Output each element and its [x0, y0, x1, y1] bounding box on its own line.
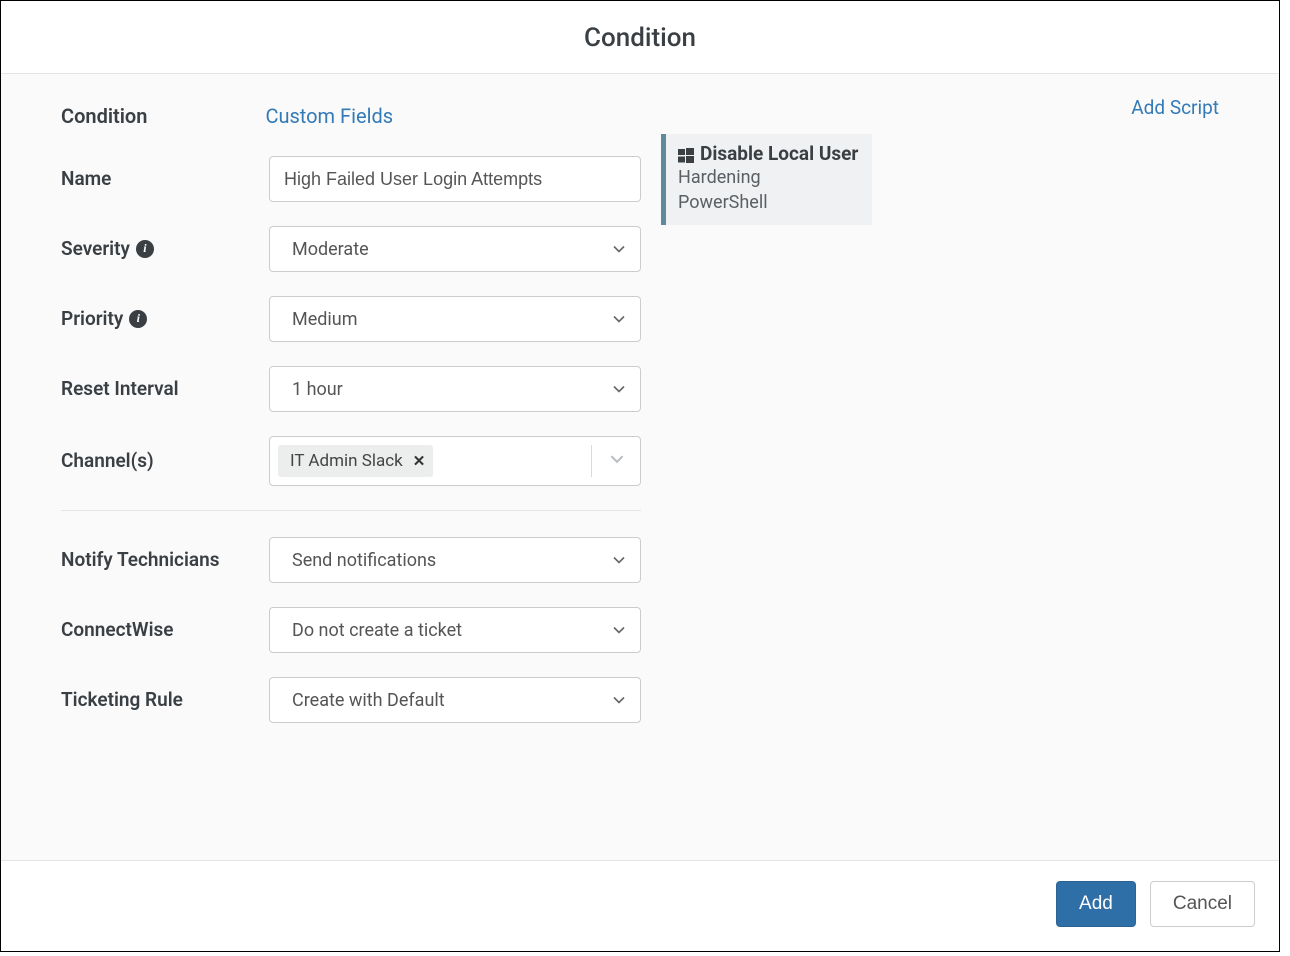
channel-chip-label: IT Admin Slack — [290, 451, 403, 471]
notify-technicians-select[interactable]: Send notifications — [269, 537, 641, 583]
label-notify-technicians: Notify Technicians — [61, 548, 269, 573]
cancel-button[interactable]: Cancel — [1150, 881, 1255, 927]
row-reset-interval: Reset Interval 1 hour — [61, 366, 641, 412]
multiselect-divider — [591, 445, 592, 477]
label-severity-text: Severity — [61, 237, 130, 262]
label-name: Name — [61, 167, 269, 192]
reset-interval-select[interactable]: 1 hour — [269, 366, 641, 412]
section-divider — [61, 510, 641, 511]
modal-header: Condition — [1, 1, 1279, 74]
row-channels: Channel(s) IT Admin Slack ✕ — [61, 436, 641, 486]
label-priority: Priority i — [61, 307, 269, 332]
tabs: Condition Custom Fields — [61, 104, 641, 128]
row-priority: Priority i Medium — [61, 296, 641, 342]
row-notify-technicians: Notify Technicians Send notifications — [61, 537, 641, 583]
script-title-row: Disable Local User — [678, 142, 858, 165]
label-severity: Severity i — [61, 237, 269, 262]
row-connectwise: ConnectWise Do not create a ticket — [61, 607, 641, 653]
modal-title: Condition — [1, 23, 1279, 53]
label-connectwise: ConnectWise — [61, 618, 269, 643]
chevron-down-icon[interactable] — [608, 450, 626, 472]
script-card[interactable]: Disable Local User Hardening PowerShell — [661, 134, 872, 225]
modal-footer: Add Cancel — [1, 860, 1279, 951]
ticketing-rule-select[interactable]: Create with Default — [269, 677, 641, 723]
row-ticketing-rule: Ticketing Rule Create with Default — [61, 677, 641, 723]
label-ticketing-rule: Ticketing Rule — [61, 688, 269, 713]
script-category: Hardening — [678, 165, 858, 190]
add-script-link[interactable]: Add Script — [1131, 96, 1219, 119]
row-severity: Severity i Moderate — [61, 226, 641, 272]
add-button[interactable]: Add — [1056, 881, 1136, 927]
name-input[interactable] — [269, 156, 641, 202]
priority-select[interactable]: Medium — [269, 296, 641, 342]
severity-select[interactable]: Moderate — [269, 226, 641, 272]
modal-body: Condition Custom Fields Name Severity i … — [1, 74, 1279, 860]
form-column: Condition Custom Fields Name Severity i … — [61, 104, 641, 840]
script-language: PowerShell — [678, 190, 858, 215]
tab-condition[interactable]: Condition — [61, 104, 147, 128]
windows-icon — [678, 146, 694, 162]
tab-custom-fields[interactable]: Custom Fields — [265, 104, 393, 128]
row-name: Name — [61, 156, 641, 202]
severity-value: Moderate — [292, 239, 369, 260]
chip-remove-icon[interactable]: ✕ — [413, 452, 426, 470]
priority-value: Medium — [292, 309, 358, 330]
connectwise-value: Do not create a ticket — [292, 620, 462, 641]
reset-interval-value: 1 hour — [292, 379, 343, 400]
script-title: Disable Local User — [700, 142, 858, 165]
info-icon[interactable]: i — [129, 310, 147, 328]
channel-chip: IT Admin Slack ✕ — [278, 445, 433, 477]
label-priority-text: Priority — [61, 307, 123, 332]
condition-modal: Condition Condition Custom Fields Name S… — [0, 0, 1280, 952]
info-icon[interactable]: i — [136, 240, 154, 258]
ticketing-rule-value: Create with Default — [292, 690, 445, 711]
side-column: Add Script Disable Local User Hardening — [641, 104, 1219, 840]
label-channels: Channel(s) — [61, 449, 269, 474]
channels-multiselect[interactable]: IT Admin Slack ✕ — [269, 436, 641, 486]
connectwise-select[interactable]: Do not create a ticket — [269, 607, 641, 653]
label-reset-interval: Reset Interval — [61, 377, 269, 402]
notify-technicians-value: Send notifications — [292, 550, 436, 571]
